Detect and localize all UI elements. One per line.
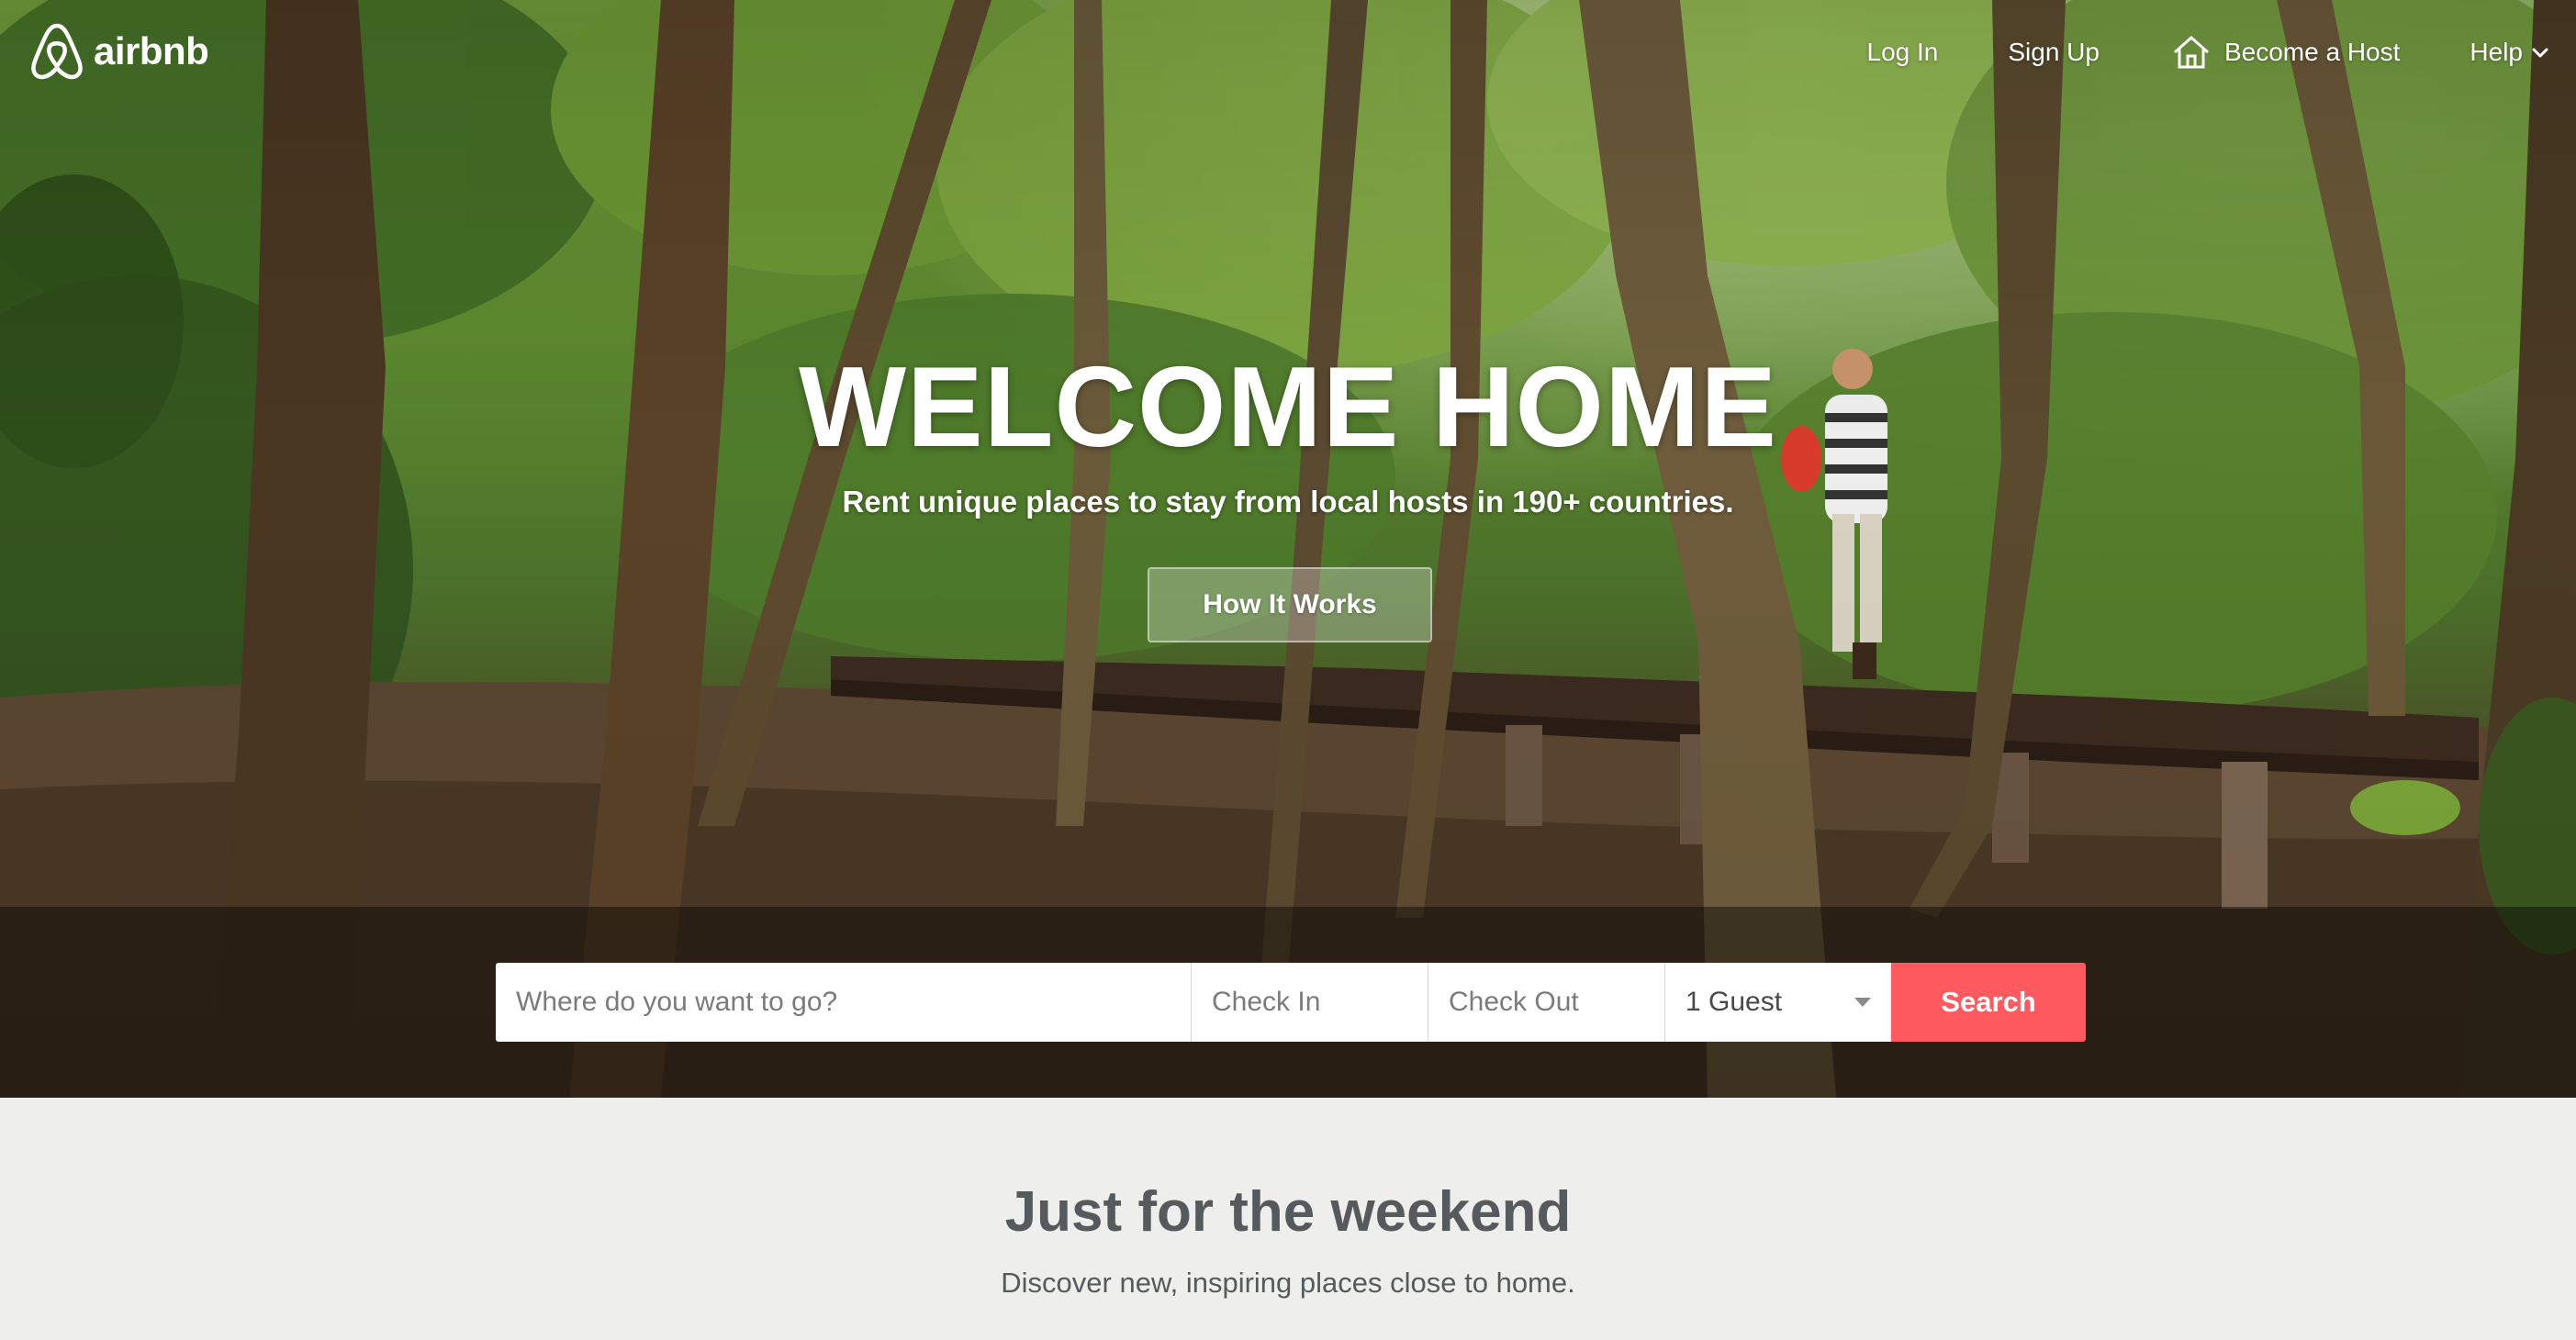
nav-links: Log In Sign Up Become a Host Help bbox=[1798, 28, 2551, 77]
house-icon bbox=[2173, 36, 2209, 69]
dropdown-caret-icon bbox=[1854, 998, 1871, 1007]
search-button-label: Search bbox=[1941, 986, 2036, 1018]
location-input[interactable]: Where do you want to go? bbox=[496, 963, 1192, 1042]
check-in-placeholder: Check In bbox=[1212, 987, 1321, 1017]
signup-link-label: Sign Up bbox=[2008, 38, 2100, 66]
location-placeholder: Where do you want to go? bbox=[516, 987, 838, 1017]
airbnb-logo[interactable]: airbnb bbox=[29, 22, 209, 81]
hero-title: WELCOME HOME bbox=[799, 344, 1777, 471]
become-host-label: Become a Host bbox=[2223, 38, 2401, 66]
section-subtitle: Discover new, inspiring places close to … bbox=[1001, 1267, 1575, 1299]
top-nav: airbnb Log In Sign Up Become a Host Help bbox=[0, 0, 2576, 103]
chevron-down-icon bbox=[2532, 48, 2548, 58]
airbnb-belo-icon bbox=[31, 23, 83, 80]
guests-select[interactable]: 1 Guest bbox=[1665, 963, 1891, 1042]
search-button[interactable]: Search bbox=[1891, 963, 2086, 1042]
help-label: Help bbox=[2470, 38, 2523, 66]
signup-link[interactable]: Sign Up bbox=[2008, 38, 2100, 67]
check-in-input[interactable]: Check In bbox=[1192, 963, 1428, 1042]
how-it-works-label: How It Works bbox=[1203, 589, 1377, 620]
guests-value: 1 Guest bbox=[1686, 987, 1783, 1017]
become-host-link[interactable]: Become a Host bbox=[2169, 30, 2400, 74]
search-bar: Where do you want to go? Check In Check … bbox=[496, 963, 2086, 1042]
section-title: Just for the weekend bbox=[1004, 1180, 1572, 1244]
help-menu[interactable]: Help bbox=[2470, 38, 2550, 67]
how-it-works-button[interactable]: How It Works bbox=[1148, 567, 1432, 642]
page: airbnb Log In Sign Up Become a Host Help bbox=[0, 0, 2576, 1340]
check-out-input[interactable]: Check Out bbox=[1428, 963, 1665, 1042]
hero-subtitle: Rent unique places to stay from local ho… bbox=[842, 485, 1734, 519]
check-out-placeholder: Check Out bbox=[1449, 987, 1579, 1017]
brand-name: airbnb bbox=[94, 29, 209, 73]
login-link-label: Log In bbox=[1866, 38, 1939, 66]
login-link[interactable]: Log In bbox=[1867, 38, 1939, 67]
